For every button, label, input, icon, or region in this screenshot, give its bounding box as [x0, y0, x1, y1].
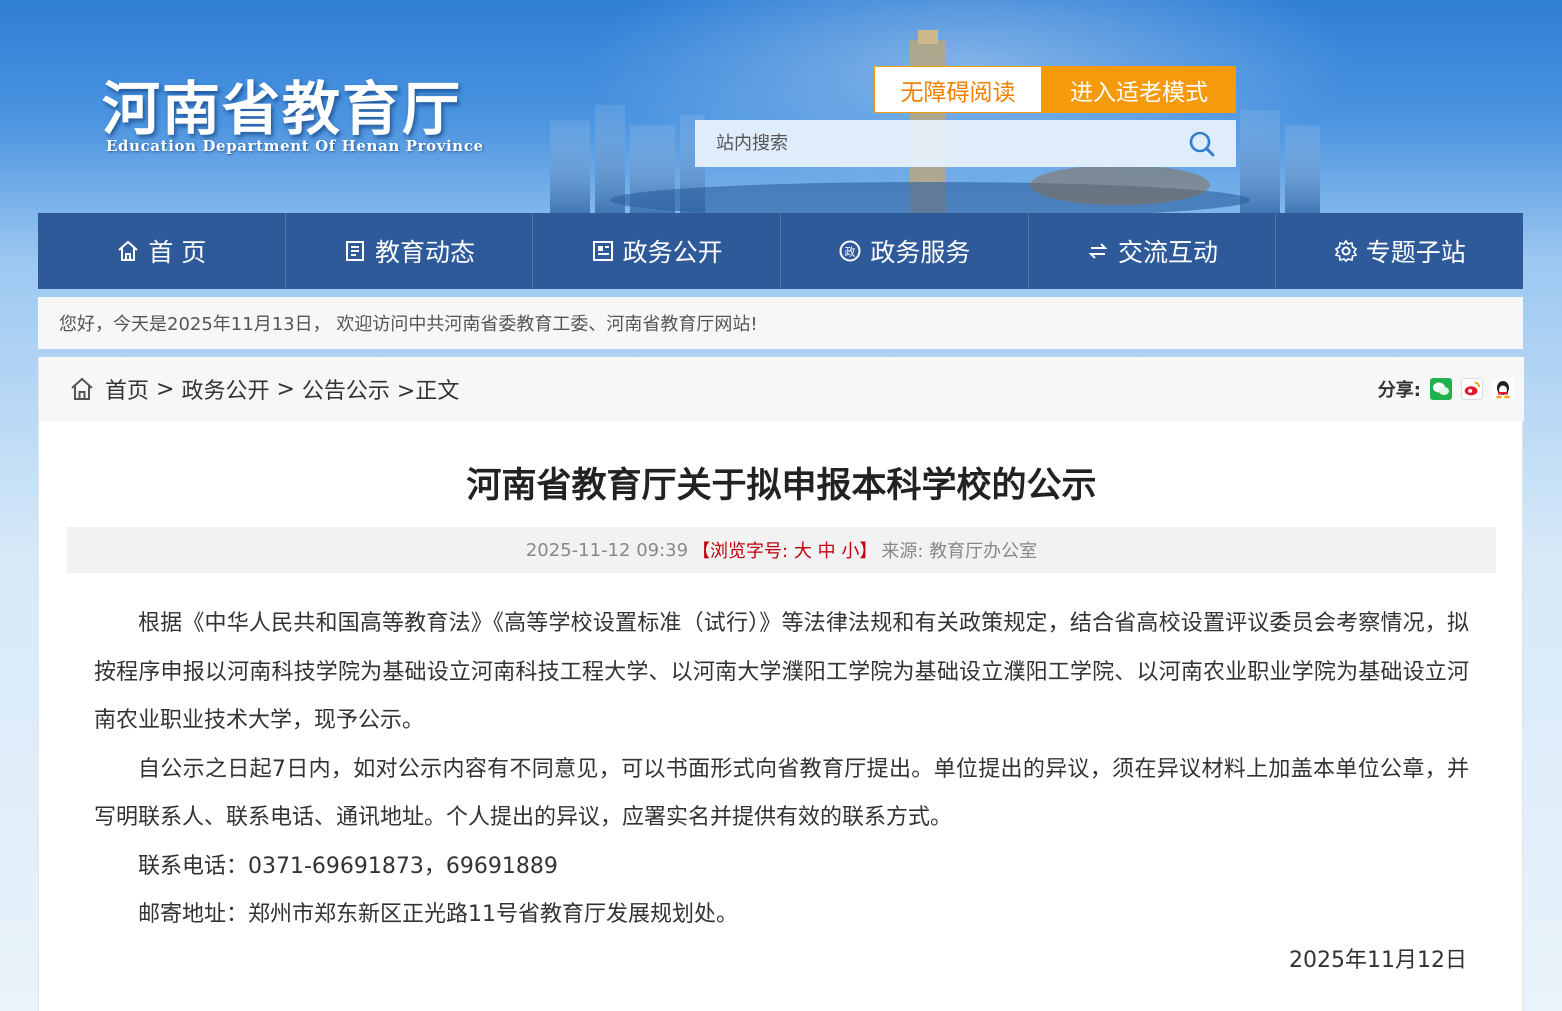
weibo-icon[interactable]	[1461, 378, 1483, 400]
article-panel: 首页 > 政务公开 > 公告公示 >正文 分享: 河南省教育厅关于拟申报本科学校…	[38, 357, 1524, 1011]
document-icon	[346, 241, 364, 261]
breadcrumb-separator: >	[276, 376, 295, 402]
article-paragraph: 自公示之日起7日内，如对公示内容有不同意见，可以书面形式向省教育厅提出。单位提出…	[94, 756, 1469, 831]
search-icon[interactable]	[1188, 130, 1216, 158]
home-icon[interactable]	[69, 376, 95, 402]
font-size-suffix: 】	[859, 541, 878, 562]
site-logo-subtitle: Education Department Of Henan Province	[106, 137, 484, 155]
site-search	[695, 120, 1236, 167]
article-paragraph: 根据《中华人民共和国高等教育法》《高等学校设置标准（试行）》等法律法规和有关政策…	[94, 611, 1469, 733]
gear-icon	[1334, 239, 1357, 263]
breadcrumb-home-link[interactable]: 首页	[105, 373, 149, 405]
article-datetime: 2025-11-12 09:39	[525, 539, 689, 561]
article-paragraph: 邮寄地址：郑州市郑东新区正光路11号省教育厅发展规划处。	[138, 902, 738, 927]
nav-item-home[interactable]: 首 页	[38, 213, 286, 289]
search-input[interactable]	[695, 120, 1165, 167]
nav-item-interaction[interactable]: 交流互动	[1029, 213, 1277, 289]
breadcrumb-announcements-link[interactable]: 公告公示	[302, 373, 390, 405]
nav-item-government-affairs[interactable]: 政务公开	[533, 213, 782, 289]
article-paragraph: 联系电话：0371-69691873，69691889	[138, 853, 558, 879]
nav-item-label: 政务公开	[622, 238, 723, 267]
article-title: 河南省教育厅关于拟申报本科学校的公示	[466, 466, 1097, 506]
font-size-small-button[interactable]: 小	[841, 541, 859, 562]
article-body: 根据《中华人民共和国高等教育法》《高等学校设置标准（试行）》等法律法规和有关政策…	[94, 600, 1469, 940]
service-icon: 政	[839, 240, 861, 262]
share-bar: 分享:	[1378, 376, 1514, 402]
breadcrumb-separator: >	[156, 376, 175, 402]
nav-item-label: 交流互动	[1118, 238, 1219, 267]
article-sign-date: 2025年11月12日	[1289, 948, 1467, 973]
article-source: 来源: 教育厅办公室	[881, 541, 1038, 562]
svg-text:政: 政	[845, 245, 856, 259]
font-size-medium-button[interactable]: 中	[818, 541, 836, 562]
site-logo-title[interactable]: 河南省教育厅	[102, 62, 462, 146]
nav-item-label: 首 页	[148, 238, 207, 267]
nav-item-label: 政务服务	[870, 238, 971, 267]
font-size-control: 【浏览字号: 大 中 小】	[692, 537, 877, 563]
article-meta: 2025-11-12 09:39 【浏览字号: 大 中 小】 来源: 教育厅办公…	[67, 527, 1496, 573]
exchange-icon	[1088, 243, 1108, 259]
accessibility-reading-button[interactable]: 无障碍阅读	[874, 66, 1042, 113]
nav-item-label: 专题子站	[1365, 238, 1466, 267]
breadcrumb: 首页 > 政务公开 > 公告公示 >正文 分享:	[39, 357, 1524, 421]
breadcrumb-current: >正文	[396, 379, 460, 404]
elder-mode-button[interactable]: 进入适老模式	[1042, 66, 1236, 113]
nav-item-label: 教育动态	[375, 238, 476, 267]
welcome-bar: 您好，今天是2025年11月13日， 欢迎访问中共河南省委教育工委、河南省教育厅…	[38, 297, 1523, 349]
wechat-icon[interactable]	[1430, 378, 1452, 400]
main-nav: 首 页 教育动态 政务公开 政 政务服务 交流互动 专题子站	[38, 213, 1523, 289]
qq-icon[interactable]	[1492, 378, 1514, 400]
nav-item-education-news[interactable]: 教育动态	[286, 213, 534, 289]
font-size-prefix: 【浏览字号:	[692, 541, 789, 562]
newspaper-icon	[592, 241, 613, 261]
site-header: 河南省教育厅 Education Department Of Henan Pro…	[0, 0, 1562, 213]
font-size-large-button[interactable]: 大	[794, 541, 812, 562]
home-icon	[118, 240, 139, 261]
nav-item-special-topics[interactable]: 专题子站	[1276, 213, 1523, 289]
share-label: 分享:	[1377, 380, 1421, 401]
nav-item-government-services[interactable]: 政 政务服务	[781, 213, 1029, 289]
breadcrumb-government-affairs-link[interactable]: 政务公开	[181, 373, 269, 405]
